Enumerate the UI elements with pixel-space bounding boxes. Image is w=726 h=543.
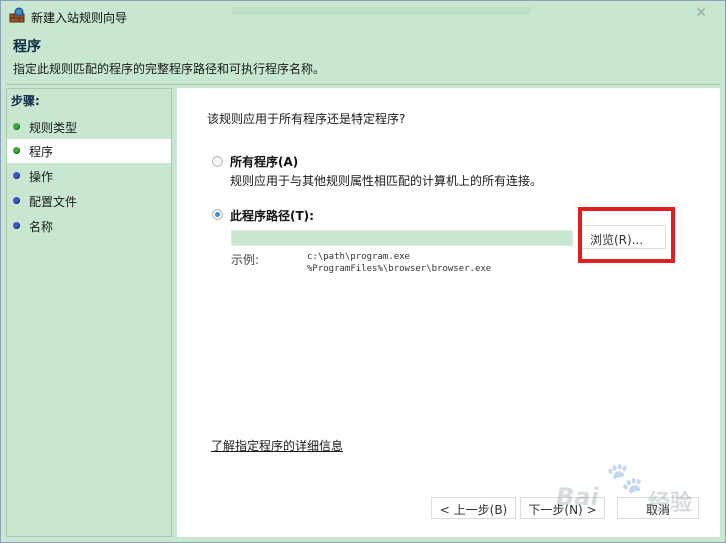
steps-title: 步骤: [11,94,40,108]
question-text: 该规则应用于所有程序还是特定程序? [207,112,406,126]
baidu-watermark: 🐾 Bai 经验 [556,461,726,521]
watermark-brand: Bai [556,483,599,511]
program-path-radio[interactable] [212,209,223,220]
step-label: 配置文件 [29,195,78,209]
watermark-suffix: 经验 [648,491,693,516]
example-path-line: %ProgramFiles%\browser\browser.exe [307,264,492,274]
step-rule-type[interactable]: 规则类型 [7,115,171,139]
step-profile[interactable]: 配置文件 [7,189,171,213]
close-icon[interactable]: ✕ [695,5,707,21]
all-programs-label[interactable]: 所有程序(A) [230,153,298,170]
step-status-dot-icon [13,172,20,179]
program-path-input[interactable] [231,230,573,246]
paw-icon: 🐾 [606,461,644,496]
title-bar: 新建入站规则向导 ✕ [1,1,725,31]
step-status-dot-icon [13,123,20,130]
step-name[interactable]: 名称 [7,214,171,238]
step-label: 规则类型 [29,121,78,135]
blurred-region [231,7,531,15]
step-label: 程序 [29,145,54,159]
step-status-dot-icon [13,147,20,154]
all-programs-radio[interactable] [212,156,223,167]
all-programs-description: 规则应用于与其他规则属性相匹配的计算机上的所有连接。 [230,174,543,188]
learn-more-link[interactable]: 了解指定程序的详细信息 [211,437,343,454]
step-label: 名称 [29,220,54,234]
page-title: 程序 [13,39,41,55]
step-action[interactable]: 操作 [7,164,171,188]
window-title: 新建入站规则向导 [31,11,128,25]
firewall-app-icon [9,7,25,23]
program-path-label[interactable]: 此程序路径(T): [230,207,314,224]
steps-panel: 步骤: 规则类型 程序 操作 配置文件 名称 [6,88,172,537]
back-button[interactable]: < 上一步(B) [431,497,516,519]
wizard-window: 新建入站规则向导 ✕ 程序 指定此规则匹配的程序的完整程序路径和可执行程序名称。… [0,0,726,543]
page-description: 指定此规则匹配的程序的完整程序路径和可执行程序名称。 [13,62,326,76]
highlight-annotation-box [578,207,675,263]
step-program[interactable]: 程序 [7,139,171,163]
page-header: 程序 指定此规则匹配的程序的完整程序路径和可执行程序名称。 [6,31,720,85]
step-status-dot-icon [13,222,20,229]
step-label: 操作 [29,170,54,184]
example-label: 示例: [231,253,260,267]
example-path-line: c:\path\program.exe [307,252,410,262]
step-status-dot-icon [13,197,20,204]
